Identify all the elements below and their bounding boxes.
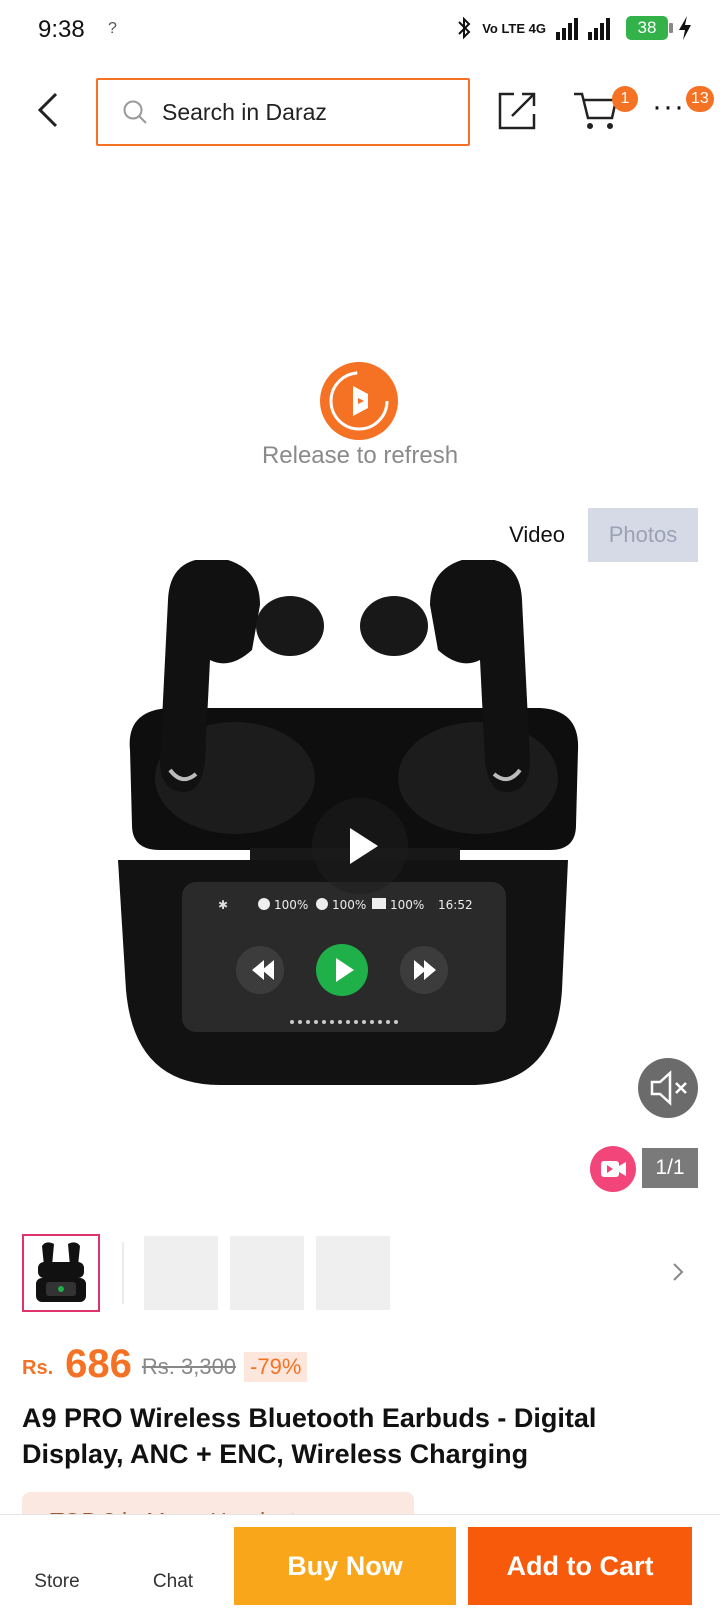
tab-photos[interactable]: Photos [588, 508, 698, 562]
video-play-button[interactable] [312, 798, 408, 894]
original-price: Rs. 3,300 [141, 1354, 237, 1379]
mute-button[interactable] [638, 1058, 698, 1118]
screen-right-battery: 100% [332, 898, 366, 912]
bluetooth-icon [458, 16, 471, 40]
store-button[interactable]: Store [12, 1571, 102, 1593]
price-row: Rs. 686 Rs. 3,300 -79% [22, 1336, 308, 1386]
media-tabs: Video Photos [486, 508, 698, 562]
top-nav: Search in Daraz 1 ··· 13 [0, 70, 720, 150]
tab-video[interactable]: Video [486, 508, 588, 562]
daraz-logo-icon [320, 362, 398, 440]
price-currency: Rs. [22, 1357, 54, 1379]
screen-left-battery: 100% [274, 898, 308, 912]
battery-icon: 38 [626, 16, 673, 40]
bottom-action-bar: Store Chat Buy Now Add to Cart [0, 1514, 720, 1612]
chevron-right-icon[interactable] [668, 1258, 688, 1286]
chat-label: Chat [152, 1571, 194, 1592]
signal-bars-icon [556, 18, 610, 40]
discount-badge: -79% [244, 1352, 308, 1382]
charging-icon [679, 16, 691, 40]
status-bar: 9:38 ? Vo LTE 4G 38 [0, 0, 720, 64]
cart-badge: 1 [612, 86, 638, 112]
play-icon [350, 828, 378, 864]
search-placeholder: Search in Daraz [162, 98, 327, 125]
signal-icon: ? [108, 20, 117, 37]
back-icon[interactable] [30, 86, 70, 134]
network-label: Vo LTE 4G [482, 20, 546, 36]
thumbnail-strip [22, 1234, 702, 1314]
status-time: 9:38 [38, 16, 85, 43]
store-label: Store [34, 1571, 80, 1592]
screen-time: 16:52 [438, 898, 473, 912]
media-counter: 1/1 [642, 1148, 698, 1188]
thumbnail-placeholder[interactable] [230, 1236, 304, 1310]
video-camera-icon [601, 1161, 626, 1177]
video-camera-button[interactable] [590, 1146, 636, 1192]
add-to-cart-button[interactable]: Add to Cart [468, 1527, 692, 1605]
thumbnail-placeholder[interactable] [144, 1236, 218, 1310]
status-icons: Vo LTE 4G 38 [456, 16, 692, 40]
buy-now-button[interactable]: Buy Now [234, 1527, 456, 1605]
svg-text:✱: ✱ [218, 898, 228, 912]
thumbnail-divider [122, 1242, 124, 1304]
price-value: 686 [65, 1342, 132, 1386]
thumbnail-earbuds-image [36, 1242, 86, 1302]
screen-case-battery: 100% [390, 898, 424, 912]
thumbnail-placeholder[interactable] [316, 1236, 390, 1310]
speaker-mute-icon [650, 1070, 687, 1106]
thumbnail-active[interactable] [22, 1234, 100, 1312]
message-badge: 13 [686, 86, 714, 112]
refresh-text: Release to refresh [261, 442, 459, 469]
chat-button[interactable]: Chat [128, 1571, 218, 1593]
product-title: A9 PRO Wireless Bluetooth Earbuds - Digi… [22, 1403, 597, 1469]
search-input[interactable]: Search in Daraz [96, 78, 470, 146]
search-icon [123, 100, 147, 124]
share-icon[interactable] [498, 90, 538, 130]
